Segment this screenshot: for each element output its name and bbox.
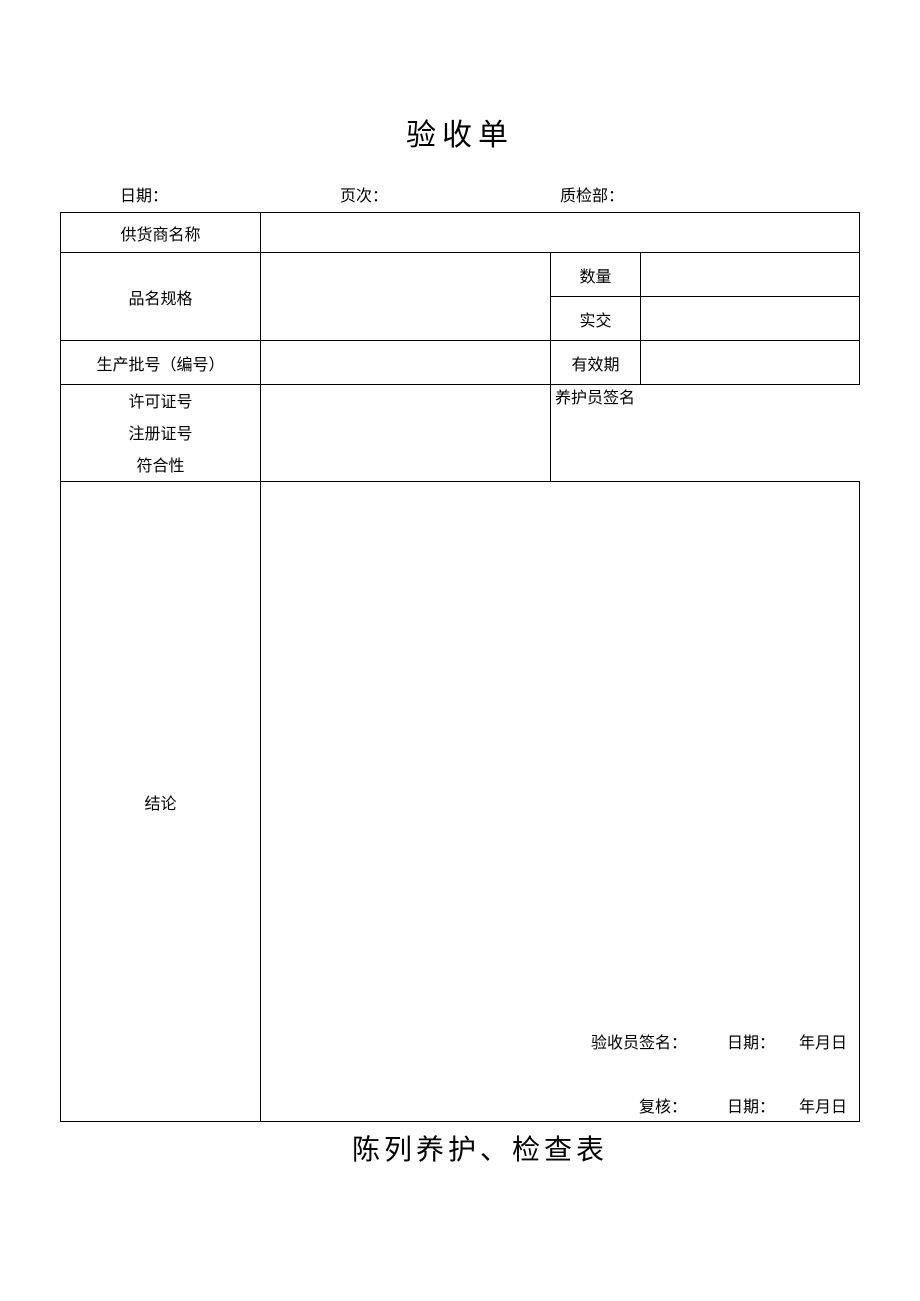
value-actual (641, 297, 860, 341)
label-license: 许可证号 (128, 387, 192, 419)
meta-date-label: 日期： (120, 182, 340, 206)
document-page: 验收单 日期： 页次： 质检部： 供货商名称 品名规格 数量 实交 生产批号（编… (0, 0, 920, 1208)
meta-page-label: 页次： (340, 182, 560, 206)
label-valid: 有效期 (551, 341, 641, 385)
inspector-label: 验收员签名： (591, 1029, 687, 1053)
reviewer-sign-line: 复核： 日期： 年月日 (639, 1093, 847, 1117)
acceptance-table: 供货商名称 品名规格 数量 实交 生产批号（编号） 有效期 许可证号 注册证号 (60, 212, 860, 1122)
label-caretaker-sig: 养护员签名 (555, 390, 635, 407)
label-actual: 实交 (551, 297, 641, 341)
label-supplier: 供货商名称 (61, 213, 261, 253)
value-spec (261, 253, 551, 341)
label-batch: 生产批号（编号） (61, 341, 261, 385)
inspector-date-label: 日期： (727, 1029, 775, 1053)
meta-row: 日期： 页次： 质检部： (60, 182, 860, 212)
label-license-stack: 许可证号 注册证号 符合性 (61, 385, 261, 482)
reviewer-date-label: 日期： (727, 1093, 775, 1117)
label-qty: 数量 (551, 253, 641, 297)
form-title: 验收单 (60, 110, 860, 154)
value-qty (641, 253, 860, 297)
label-conclusion: 结论 (61, 482, 261, 1122)
conclusion-body: 验收员签名： 日期： 年月日 复核： 日期： 年月日 (261, 482, 860, 1122)
value-license-stack (261, 385, 551, 482)
inspector-ymd: 年月日 (799, 1029, 847, 1053)
value-valid (641, 341, 860, 385)
value-supplier (261, 213, 860, 253)
label-register: 注册证号 (128, 419, 192, 451)
reviewer-label: 复核： (639, 1093, 687, 1117)
second-form-title: 陈列养护、检查表 (60, 1128, 860, 1168)
caretaker-signature-block: 养护员签名 (551, 385, 860, 482)
reviewer-ymd: 年月日 (799, 1093, 847, 1117)
value-batch (261, 341, 551, 385)
inspector-sign-line: 验收员签名： 日期： 年月日 (591, 1029, 847, 1053)
label-compliance: 符合性 (136, 451, 184, 483)
meta-dept-label: 质检部： (560, 182, 780, 206)
label-spec: 品名规格 (61, 253, 261, 341)
